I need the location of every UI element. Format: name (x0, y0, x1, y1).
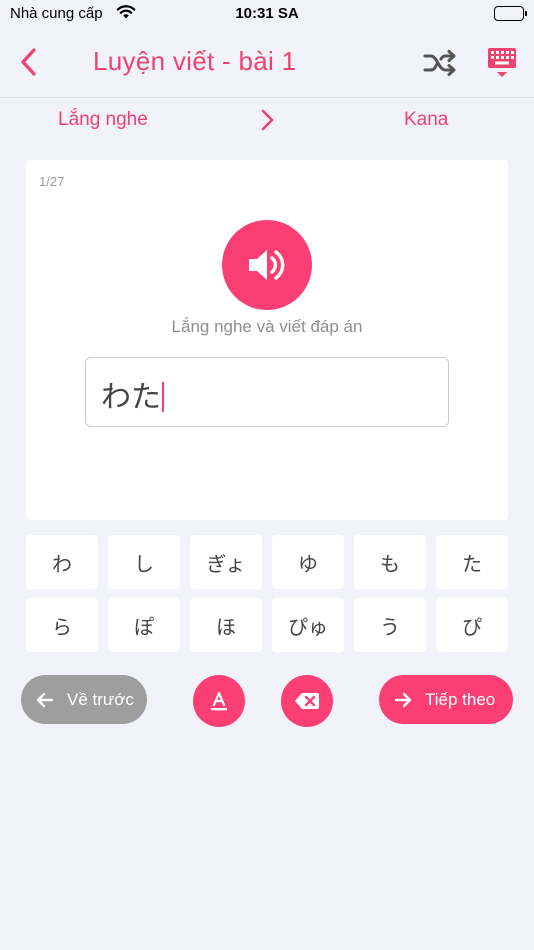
play-audio-button[interactable] (222, 220, 312, 310)
keyboard-icon (488, 48, 516, 77)
font-style-button[interactable] (193, 675, 245, 727)
next-button[interactable]: Tiếp theo (379, 675, 513, 724)
kana-key[interactable]: ぽ (108, 598, 180, 652)
kana-key[interactable]: ぴゅ (272, 598, 344, 652)
back-button[interactable] (14, 44, 44, 80)
status-bar: Nhà cung cấp 10:31 SA (0, 0, 534, 30)
mode-selector: Lắng nghe Kana (0, 98, 534, 142)
answer-value: わた (101, 380, 161, 415)
arrow-right-icon (394, 692, 412, 707)
kana-key[interactable]: も (354, 535, 426, 589)
mode-kana[interactable]: Kana (404, 109, 448, 131)
page-title: Luyện viết - bài 1 (93, 46, 297, 76)
speaker-icon (249, 250, 285, 280)
kana-key[interactable]: し (108, 535, 180, 589)
back-chevron-icon (21, 48, 36, 76)
previous-button[interactable]: Về trước (21, 675, 147, 724)
mode-listen[interactable]: Lắng nghe (58, 109, 148, 131)
kana-key[interactable]: ゆ (272, 535, 344, 589)
kana-key[interactable]: わ (26, 535, 98, 589)
keyboard-toggle-button[interactable] (486, 46, 518, 80)
next-label: Tiếp theo (425, 689, 496, 709)
battery-icon (494, 6, 527, 21)
previous-label: Về trước (67, 689, 134, 709)
kana-key[interactable]: ら (26, 598, 98, 652)
kana-key[interactable]: ぴ (436, 598, 508, 652)
kana-key[interactable]: ほ (190, 598, 262, 652)
kana-key[interactable]: う (354, 598, 426, 652)
backspace-icon (295, 693, 319, 709)
backspace-button[interactable] (281, 675, 333, 727)
arrow-left-icon (36, 692, 54, 707)
progress-counter: 1/27 (39, 174, 65, 189)
nav-bar: Luyện viết - bài 1 (0, 30, 534, 98)
text-caret (162, 382, 164, 412)
kana-key[interactable]: ぎょ (190, 535, 262, 589)
answer-input[interactable]: わた (85, 357, 449, 427)
exercise-card: 1/27 Lắng nghe và viết đáp án わた (26, 160, 508, 520)
shuffle-button[interactable] (422, 48, 458, 78)
shuffle-icon (423, 50, 456, 76)
clock: 10:31 SA (235, 5, 299, 22)
chevron-right-icon (258, 108, 276, 132)
text-format-icon (211, 691, 227, 711)
instruction-text: Lắng nghe và viết đáp án (171, 317, 363, 336)
kana-key[interactable]: た (436, 535, 508, 589)
